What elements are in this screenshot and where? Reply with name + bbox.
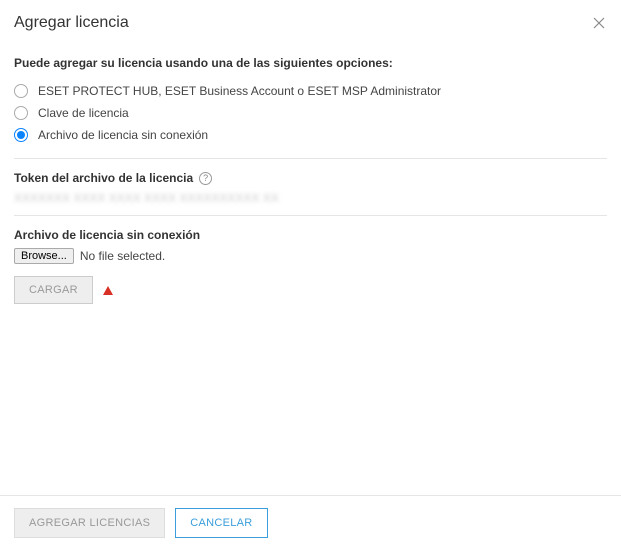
help-icon[interactable]: ? [199,172,212,185]
file-status-text: No file selected. [80,249,165,263]
warning-icon [103,286,113,295]
divider [14,215,607,216]
browse-button[interactable]: Browse... [14,248,74,264]
radio-icon [14,84,28,98]
dialog-title: Agregar licencia [14,14,129,32]
token-section-label: Token del archivo de la licencia ? [14,171,607,185]
close-icon[interactable] [591,15,607,31]
upload-button[interactable]: CARGAR [14,276,93,304]
token-value: XXXXXXX XXXX XXXX XXXX XXXXXXXXXX XX [14,191,607,205]
option-label: Archivo de licencia sin conexión [38,128,208,142]
radio-icon [14,128,28,142]
option-label: Clave de licencia [38,106,129,120]
file-label-text: Archivo de licencia sin conexión [14,228,200,242]
option-license-key[interactable]: Clave de licencia [14,102,607,124]
option-offline-file[interactable]: Archivo de licencia sin conexión [14,124,607,146]
add-licenses-button[interactable]: AGREGAR LICENCIAS [14,508,165,538]
token-label-text: Token del archivo de la licencia [14,171,193,185]
dialog-header: Agregar licencia [0,0,621,40]
file-section: Archivo de licencia sin conexión Browse.… [14,228,607,304]
upload-row: CARGAR [14,276,607,304]
radio-icon [14,106,28,120]
dialog-footer: AGREGAR LICENCIAS CANCELAR [0,495,621,550]
add-license-dialog: Agregar licencia Puede agregar su licenc… [0,0,621,550]
option-eset-account[interactable]: ESET PROTECT HUB, ESET Business Account … [14,80,607,102]
dialog-content: Puede agregar su licencia usando una de … [0,40,621,495]
file-section-label: Archivo de licencia sin conexión [14,228,607,242]
file-picker-row: Browse... No file selected. [14,248,607,264]
divider [14,158,607,159]
option-label: ESET PROTECT HUB, ESET Business Account … [38,84,441,98]
cancel-button[interactable]: CANCELAR [175,508,267,538]
license-options-group: ESET PROTECT HUB, ESET Business Account … [14,80,607,146]
intro-text: Puede agregar su licencia usando una de … [14,56,607,70]
